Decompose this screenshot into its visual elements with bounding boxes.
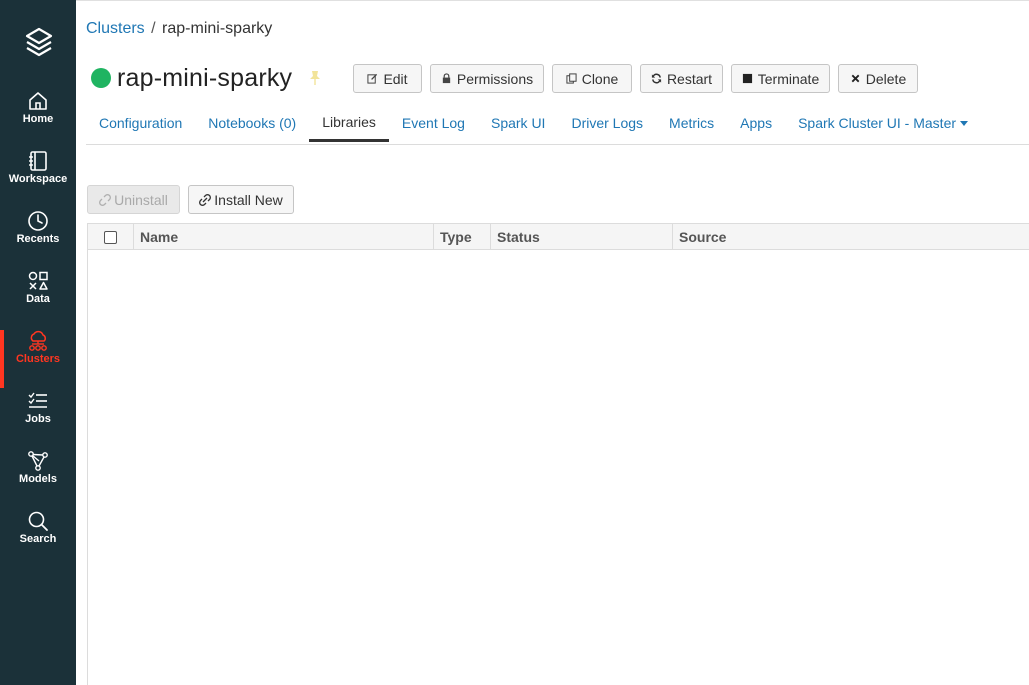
sidebar-item-search[interactable]: Search [0,510,76,568]
cluster-status-indicator [91,68,111,88]
tab-metrics[interactable]: Metrics [656,104,727,142]
cluster-title-row: rap-mini-sparky [91,63,322,93]
sidebar-item-label: Models [19,473,57,485]
uninstall-label: Uninstall [114,191,168,208]
column-header-status[interactable]: Status [490,224,672,249]
models-graph-icon [28,451,48,471]
tabs-divider [86,144,1029,145]
restart-button[interactable]: Restart [640,64,723,93]
breadcrumb-clusters-link[interactable]: Clusters [86,20,145,37]
sidebar-item-models[interactable]: Models [0,450,76,508]
column-header-type[interactable]: Type [433,224,490,249]
close-icon [851,74,860,83]
lock-icon [442,73,451,84]
sidebar-item-data[interactable]: Data [0,270,76,328]
permissions-button[interactable]: Permissions [430,64,544,93]
tab-libraries[interactable]: Libraries [309,104,389,142]
sidebar-item-label: Jobs [25,413,51,425]
sidebar-item-label: Workspace [8,173,68,185]
caret-down-icon [960,120,969,126]
main-content: Clusters / rap-mini-sparky rap-mini-spar… [76,0,1029,685]
terminate-button[interactable]: Terminate [731,64,830,93]
sidebar-item-recents[interactable]: Recents [0,210,76,268]
data-shapes-icon [28,271,48,290]
databricks-logo-icon[interactable] [24,26,54,60]
breadcrumb: Clusters / rap-mini-sparky [86,20,272,38]
column-header-name[interactable]: Name [133,224,433,249]
page-title: rap-mini-sparky [117,63,293,92]
sidebar: Home Workspace Recents Data Clusters Job… [0,0,76,685]
delete-label: Delete [865,70,907,87]
table-header: Name Type Status Source [88,223,1029,250]
edit-icon [367,73,378,84]
install-new-label: Install New [214,191,283,208]
unlink-icon [99,193,112,206]
sidebar-item-label: Search [19,533,57,545]
delete-button[interactable]: Delete [838,64,918,93]
uninstall-button[interactable]: Uninstall [87,185,180,214]
clock-icon [28,211,48,231]
sidebar-item-label: Data [26,293,50,305]
sidebar-item-clusters[interactable]: Clusters [0,330,76,388]
restart-label: Restart [666,70,713,87]
column-header-source[interactable]: Source [672,224,1029,249]
link-icon [199,193,212,206]
tab-spark-ui[interactable]: Spark UI [478,104,558,142]
install-new-button[interactable]: Install New [188,185,294,214]
clone-icon [566,73,577,84]
tab-driver-logs[interactable]: Driver Logs [558,104,656,142]
tab-apps[interactable]: Apps [727,104,785,142]
terminate-label: Terminate [757,70,820,87]
workspace-icon [29,151,47,171]
search-icon [28,511,48,531]
tab-spark-cluster-ui-label: Spark Cluster UI - Master [798,115,957,131]
tab-event-log[interactable]: Event Log [389,104,478,142]
libraries-table: Name Type Status Source [87,223,1029,685]
tab-notebooks[interactable]: Notebooks (0) [195,104,309,142]
home-icon [29,92,47,110]
clone-button[interactable]: Clone [552,64,632,93]
select-all-checkbox[interactable] [104,231,117,244]
databricks-app: Home Workspace Recents Data Clusters Job… [0,0,1029,685]
edit-button[interactable]: Edit [353,64,422,93]
sidebar-item-label: Home [22,113,54,125]
stop-icon [742,73,752,84]
clone-label: Clone [581,70,619,87]
sidebar-item-jobs[interactable]: Jobs [0,390,76,448]
sidebar-item-home[interactable]: Home [0,90,76,148]
tab-configuration[interactable]: Configuration [86,104,195,142]
breadcrumb-separator: / [151,20,156,37]
jobs-checklist-icon [28,392,47,408]
cluster-tabs: Configuration Notebooks (0) Libraries Ev… [86,104,981,144]
sidebar-item-label: Recents [16,233,60,245]
edit-label: Edit [383,70,408,87]
clusters-cloud-icon [29,330,47,351]
sidebar-item-label: Clusters [15,353,61,365]
tab-spark-cluster-ui-master[interactable]: Spark Cluster UI - Master [785,104,981,142]
permissions-label: Permissions [456,70,534,87]
breadcrumb-current: rap-mini-sparky [162,20,273,37]
refresh-icon [651,73,662,84]
pin-icon[interactable] [308,70,322,86]
sidebar-item-workspace[interactable]: Workspace [0,150,76,208]
